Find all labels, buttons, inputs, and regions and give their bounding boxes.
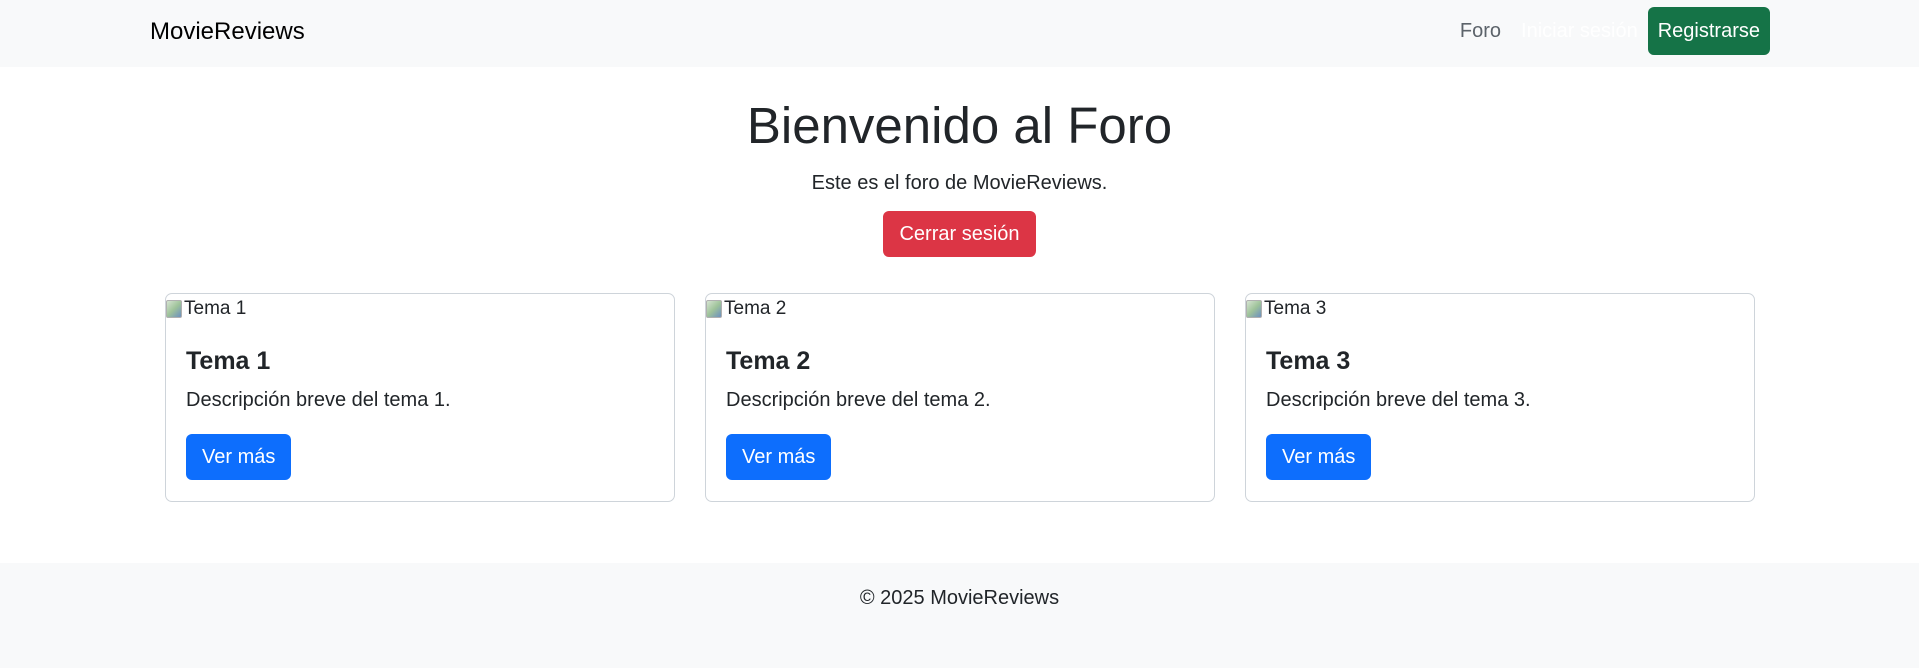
topic-image-alt: Tema 3	[1264, 298, 1327, 319]
topic-image: Tema 1	[166, 294, 246, 324]
page-subtitle: Este es el foro de MovieReviews.	[811, 172, 1108, 194]
nav-link-foro[interactable]: Foro	[1450, 16, 1511, 46]
see-more-button[interactable]: Ver más	[726, 434, 832, 480]
topic-title: Tema 3	[1266, 347, 1351, 375]
logout-button[interactable]: Cerrar sesión	[883, 211, 1036, 257]
broken-image-icon	[1246, 300, 1262, 318]
see-more-button[interactable]: Ver más	[1266, 434, 1372, 480]
topic-card: Tema 1 Tema 1 Descripción breve del tema…	[165, 293, 675, 502]
footer: © 2025 MovieReviews	[0, 563, 1919, 668]
topic-image-alt: Tema 2	[724, 298, 787, 319]
topic-description: Descripción breve del tema 2.	[726, 389, 991, 411]
page-title: Bienvenido al Foro	[746, 97, 1173, 154]
footer-copyright: © 2025 MovieReviews	[859, 587, 1060, 609]
nav-links: Foro Iniciar sesión Registrarse	[1450, 6, 1770, 56]
topic-description: Descripción breve del tema 1.	[186, 389, 451, 411]
topic-image-alt: Tema 1	[184, 298, 247, 319]
navbar: MovieReviews Foro Iniciar sesión Registr…	[0, 0, 1919, 67]
brand-logo-link[interactable]: MovieReviews	[150, 17, 305, 47]
broken-image-icon	[166, 300, 182, 318]
see-more-button[interactable]: Ver más	[186, 434, 292, 480]
topic-title: Tema 2	[726, 347, 811, 375]
topic-card: Tema 3 Tema 3 Descripción breve del tema…	[1245, 293, 1755, 502]
topic-image: Tema 2	[706, 294, 786, 324]
nav-link-login[interactable]: Iniciar sesión	[1511, 16, 1648, 46]
topic-image: Tema 3	[1246, 294, 1326, 324]
topic-title: Tema 1	[186, 347, 271, 375]
topic-card: Tema 2 Tema 2 Descripción breve del tema…	[705, 293, 1215, 502]
register-button[interactable]: Registrarse	[1647, 7, 1770, 55]
topic-description: Descripción breve del tema 3.	[1266, 389, 1531, 411]
topic-cards: Tema 1 Tema 1 Descripción breve del tema…	[165, 293, 1756, 502]
hero: Bienvenido al Foro Este es el foro de Mo…	[0, 95, 1919, 257]
broken-image-icon	[706, 300, 722, 318]
